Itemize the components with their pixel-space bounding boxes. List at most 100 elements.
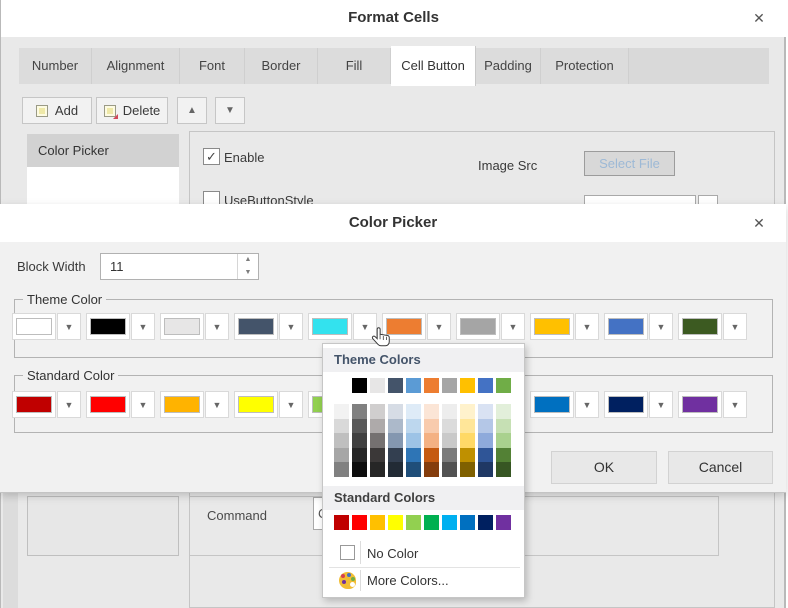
- variant-swatch-c9-r5[interactable]: [478, 462, 493, 477]
- dropdown-arrow-icon[interactable]: ▼: [205, 391, 229, 418]
- variant-swatch-c10-r3[interactable]: [496, 433, 511, 448]
- dropdown-theme-color-5[interactable]: [406, 378, 421, 393]
- list-item-color-picker[interactable]: Color Picker: [27, 134, 179, 167]
- variant-swatch-c4-r2[interactable]: [388, 419, 403, 434]
- variant-swatch-c9-r3[interactable]: [478, 433, 493, 448]
- variant-swatch-c1-r3[interactable]: [334, 433, 349, 448]
- theme-color-swatch-5[interactable]: [308, 313, 352, 340]
- variant-swatch-c5-r2[interactable]: [406, 419, 421, 434]
- theme-color-swatch-2[interactable]: [86, 313, 130, 340]
- theme-color-combo-7[interactable]: ▼: [456, 313, 525, 340]
- dropdown-arrow-icon[interactable]: ▼: [723, 313, 747, 340]
- variant-swatch-c2-r1[interactable]: [352, 404, 367, 419]
- variant-swatch-c8-r3[interactable]: [460, 433, 475, 448]
- variant-swatch-c5-r1[interactable]: [406, 404, 421, 419]
- variant-swatch-c3-r3[interactable]: [370, 433, 385, 448]
- theme-color-swatch-8[interactable]: [530, 313, 574, 340]
- ok-button[interactable]: OK: [551, 451, 657, 484]
- variant-swatch-c8-r4[interactable]: [460, 448, 475, 463]
- dropdown-arrow-icon[interactable]: ▼: [279, 391, 303, 418]
- dropdown-standard-color-5[interactable]: [406, 515, 421, 530]
- dropdown-theme-color-3[interactable]: [370, 378, 385, 393]
- tab-cell-button[interactable]: Cell Button: [391, 46, 476, 86]
- variant-swatch-c6-r1[interactable]: [424, 404, 439, 419]
- theme-color-swatch-3[interactable]: [160, 313, 204, 340]
- close-icon[interactable]: ✕: [750, 214, 768, 232]
- dropdown-theme-color-9[interactable]: [478, 378, 493, 393]
- variant-swatch-c1-r1[interactable]: [334, 404, 349, 419]
- standard-color-swatch-1[interactable]: [12, 391, 56, 418]
- standard-color-combo-2[interactable]: ▼: [86, 391, 155, 418]
- dropdown-standard-color-6[interactable]: [424, 515, 439, 530]
- variant-swatch-c3-r2[interactable]: [370, 419, 385, 434]
- standard-color-combo-3[interactable]: ▼: [160, 391, 229, 418]
- dropdown-standard-color-10[interactable]: [496, 515, 511, 530]
- variant-swatch-c1-r2[interactable]: [334, 419, 349, 434]
- standard-color-swatch-9[interactable]: [604, 391, 648, 418]
- variant-swatch-c8-r5[interactable]: [460, 462, 475, 477]
- dropdown-arrow-icon[interactable]: ▼: [131, 313, 155, 340]
- variant-swatch-c1-r5[interactable]: [334, 462, 349, 477]
- standard-color-combo-10[interactable]: ▼: [678, 391, 747, 418]
- variant-swatch-c9-r1[interactable]: [478, 404, 493, 419]
- tab-protection[interactable]: Protection: [541, 48, 629, 84]
- theme-color-swatch-10[interactable]: [678, 313, 722, 340]
- dropdown-theme-color-4[interactable]: [388, 378, 403, 393]
- variant-swatch-c2-r3[interactable]: [352, 433, 367, 448]
- variant-swatch-c2-r2[interactable]: [352, 419, 367, 434]
- variant-swatch-c4-r4[interactable]: [388, 448, 403, 463]
- block-width-input[interactable]: 11 ▲ ▼: [100, 253, 259, 280]
- standard-color-combo-1[interactable]: ▼: [12, 391, 81, 418]
- variant-swatch-c8-r2[interactable]: [460, 419, 475, 434]
- variant-swatch-c9-r4[interactable]: [478, 448, 493, 463]
- move-up-button[interactable]: ▲: [177, 97, 207, 124]
- dropdown-arrow-icon[interactable]: ▼: [575, 313, 599, 340]
- variant-swatch-c7-r3[interactable]: [442, 433, 457, 448]
- theme-color-combo-8[interactable]: ▼: [530, 313, 599, 340]
- theme-color-combo-9[interactable]: ▼: [604, 313, 673, 340]
- variant-swatch-c10-r4[interactable]: [496, 448, 511, 463]
- variant-swatch-c10-r5[interactable]: [496, 462, 511, 477]
- dropdown-arrow-icon[interactable]: ▼: [501, 313, 525, 340]
- dropdown-standard-color-9[interactable]: [478, 515, 493, 530]
- tab-padding[interactable]: Padding: [476, 48, 541, 84]
- dropdown-arrow-icon[interactable]: ▼: [575, 391, 599, 418]
- dropdown-arrow-icon[interactable]: ▼: [205, 313, 229, 340]
- dropdown-theme-color-10[interactable]: [496, 378, 511, 393]
- theme-color-swatch-4[interactable]: [234, 313, 278, 340]
- variant-swatch-c7-r5[interactable]: [442, 462, 457, 477]
- dropdown-theme-color-6[interactable]: [424, 378, 439, 393]
- variant-swatch-c5-r4[interactable]: [406, 448, 421, 463]
- no-color-label[interactable]: No Color: [367, 546, 418, 561]
- more-colors-item[interactable]: [339, 572, 356, 589]
- dropdown-theme-color-8[interactable]: [460, 378, 475, 393]
- theme-color-combo-10[interactable]: ▼: [678, 313, 747, 340]
- more-colors-label[interactable]: More Colors...: [367, 573, 449, 588]
- cancel-button[interactable]: Cancel: [668, 451, 773, 484]
- theme-color-combo-3[interactable]: ▼: [160, 313, 229, 340]
- dropdown-theme-color-1[interactable]: [334, 378, 349, 393]
- theme-color-combo-4[interactable]: ▼: [234, 313, 303, 340]
- dropdown-theme-color-7[interactable]: [442, 378, 457, 393]
- dropdown-arrow-icon[interactable]: ▼: [131, 391, 155, 418]
- theme-color-combo-2[interactable]: ▼: [86, 313, 155, 340]
- dropdown-standard-color-8[interactable]: [460, 515, 475, 530]
- variant-swatch-c7-r2[interactable]: [442, 419, 457, 434]
- standard-color-combo-9[interactable]: ▼: [604, 391, 673, 418]
- standard-color-swatch-2[interactable]: [86, 391, 130, 418]
- tab-font[interactable]: Font: [180, 48, 245, 84]
- variant-swatch-c3-r5[interactable]: [370, 462, 385, 477]
- spinner-down-icon[interactable]: ▼: [238, 267, 258, 280]
- dropdown-arrow-icon[interactable]: ▼: [649, 391, 673, 418]
- variant-swatch-c6-r5[interactable]: [424, 462, 439, 477]
- variant-swatch-c6-r2[interactable]: [424, 419, 439, 434]
- variant-swatch-c2-r5[interactable]: [352, 462, 367, 477]
- dropdown-arrow-icon[interactable]: ▼: [723, 391, 747, 418]
- theme-color-combo-5[interactable]: ▼: [308, 313, 377, 340]
- standard-color-swatch-8[interactable]: [530, 391, 574, 418]
- dropdown-theme-color-2[interactable]: [352, 378, 367, 393]
- enable-checkbox[interactable]: ✓: [203, 148, 220, 165]
- variant-swatch-c7-r1[interactable]: [442, 404, 457, 419]
- theme-color-combo-1[interactable]: ▼: [12, 313, 81, 340]
- variant-swatch-c3-r4[interactable]: [370, 448, 385, 463]
